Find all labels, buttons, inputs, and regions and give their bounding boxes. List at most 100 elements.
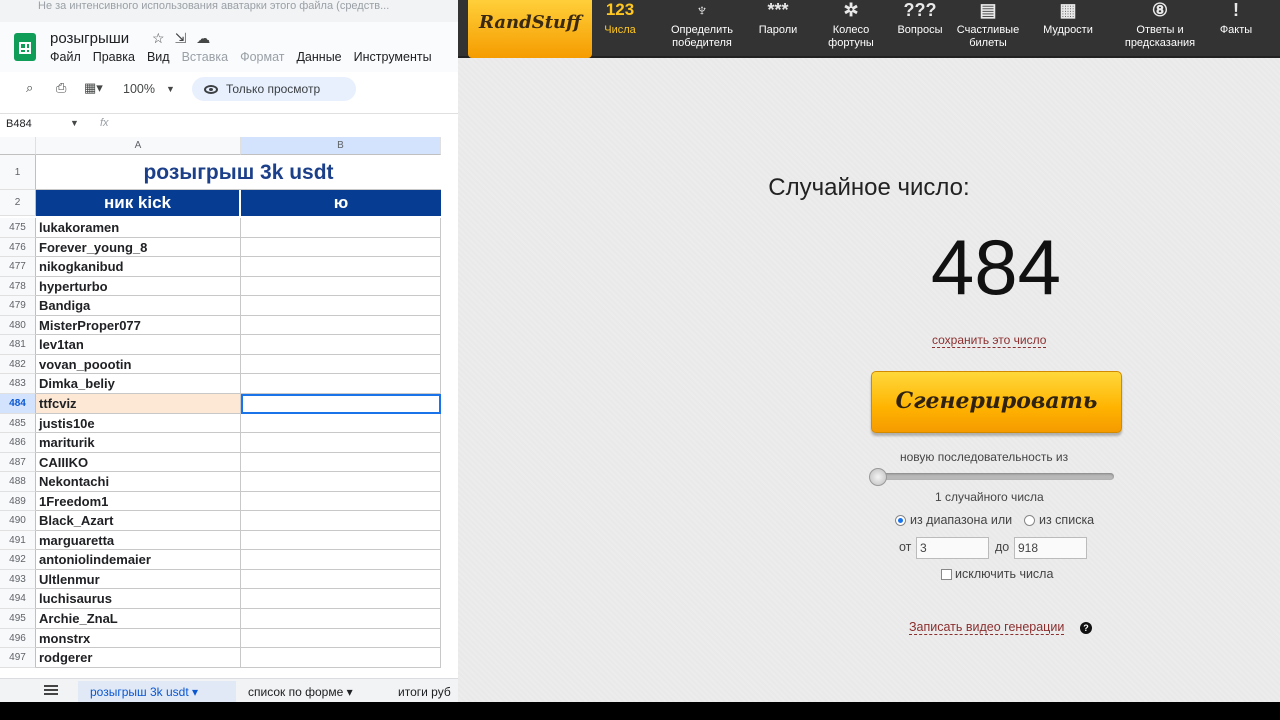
table-cell-nick[interactable]: ttfcviz	[36, 394, 241, 414]
header-nick[interactable]: ник kick	[36, 190, 240, 216]
row-number[interactable]: 488	[0, 472, 36, 492]
menu-edit[interactable]: Правка	[93, 50, 135, 64]
table-cell-b[interactable]	[241, 335, 441, 355]
view-only-button[interactable]: Только просмотр	[192, 77, 356, 101]
row-number[interactable]: 2	[0, 190, 36, 216]
row-number[interactable]: 475	[0, 218, 36, 238]
table-cell-nick[interactable]: hyperturbo	[36, 277, 241, 296]
search-icon[interactable]: ⌕	[26, 80, 33, 96]
tab-form-list[interactable]: список по форме ▾	[248, 685, 353, 699]
table-cell-b[interactable]	[241, 550, 441, 570]
column-header-a[interactable]: A	[36, 137, 241, 155]
row-number[interactable]: 479	[0, 296, 36, 316]
table-cell-b[interactable]	[241, 433, 441, 453]
range-radio[interactable]	[895, 515, 906, 526]
table-cell-nick[interactable]: lukakoramen	[36, 218, 241, 238]
row-number[interactable]: 493	[0, 570, 36, 589]
table-cell-b[interactable]	[241, 648, 441, 668]
table-cell-b[interactable]	[241, 511, 441, 531]
table-cell-b[interactable]	[241, 570, 441, 589]
menu-format[interactable]: Формат	[240, 50, 284, 64]
row-number[interactable]: 490	[0, 511, 36, 531]
row-number[interactable]: 489	[0, 492, 36, 511]
table-cell-b[interactable]	[241, 277, 441, 296]
table-cell-nick[interactable]: monstrx	[36, 629, 241, 648]
cloud-icon[interactable]: ☁	[196, 30, 210, 47]
row-number[interactable]: 491	[0, 531, 36, 550]
table-cell-nick[interactable]: antoniolindemaier	[36, 550, 241, 570]
row-number[interactable]: 481	[0, 335, 36, 355]
to-input[interactable]: 918	[1014, 537, 1087, 559]
all-sheets-icon[interactable]	[44, 685, 58, 695]
row-number[interactable]: 495	[0, 609, 36, 629]
table-cell-nick[interactable]: Black_Azart	[36, 511, 241, 531]
move-icon[interactable]: ⇲	[175, 30, 187, 47]
generate-button[interactable]: Сгенерировать	[871, 371, 1122, 433]
table-cell-b[interactable]	[241, 296, 441, 316]
table-cell-nick[interactable]: lev1tan	[36, 335, 241, 355]
menu-insert[interactable]: Вставка	[182, 50, 228, 64]
table-cell-nick[interactable]: Dimka_beliy	[36, 374, 241, 394]
row-number[interactable]: 483	[0, 374, 36, 394]
row-number[interactable]: 492	[0, 550, 36, 570]
table-cell-b[interactable]	[241, 316, 441, 335]
table-cell-nick[interactable]: marguaretta	[36, 531, 241, 550]
star-icon[interactable]: ☆	[152, 30, 165, 47]
table-cell-b[interactable]	[241, 414, 441, 433]
menu-data[interactable]: Данные	[296, 50, 341, 64]
tab-giveaway[interactable]: розыгрыш 3k usdt ▾	[90, 685, 198, 699]
count-slider-track[interactable]	[871, 473, 1114, 480]
list-radio[interactable]	[1024, 515, 1035, 526]
table-cell-nick[interactable]: rodgerer	[36, 648, 241, 668]
name-box[interactable]: B484	[6, 118, 32, 130]
row-number[interactable]: 486	[0, 433, 36, 453]
record-video-link[interactable]: Записать видео генерации	[909, 620, 1065, 635]
table-cell-nick[interactable]: vovan_poootin	[36, 355, 241, 374]
table-cell-b[interactable]	[241, 238, 441, 257]
table-cell-b[interactable]	[241, 589, 441, 609]
chevron-down-icon[interactable]: ▼	[166, 84, 175, 94]
print-icon[interactable]: ⎙	[56, 80, 66, 96]
table-cell-nick[interactable]: Archie_ZnaL	[36, 609, 241, 629]
help-icon[interactable]: ?	[1080, 622, 1092, 634]
table-cell-nick[interactable]: luchisaurus	[36, 589, 241, 609]
row-number[interactable]: 497	[0, 648, 36, 668]
row-number[interactable]: 1	[0, 155, 36, 190]
nav-item-2[interactable]: *** Пароли	[748, 0, 808, 58]
menu-view[interactable]: Вид	[147, 50, 170, 64]
table-cell-b[interactable]	[241, 394, 441, 414]
row-number[interactable]: 476	[0, 238, 36, 257]
table-cell-nick[interactable]: Forever_young_8	[36, 238, 241, 257]
exclude-checkbox[interactable]	[941, 569, 952, 580]
table-cell-nick[interactable]: MisterProper077	[36, 316, 241, 335]
menu-tools[interactable]: Инструменты	[354, 50, 432, 64]
table-cell-nick[interactable]: mariturik	[36, 433, 241, 453]
nav-item-6[interactable]: ▦ Мудрости	[1038, 0, 1098, 58]
save-number-link[interactable]: сохранить это число	[932, 334, 1047, 348]
table-cell-nick[interactable]: justis10e	[36, 414, 241, 433]
nav-item-4[interactable]: ??? Вопросы	[890, 0, 950, 58]
row-number[interactable]: 496	[0, 629, 36, 648]
column-header-b[interactable]: B	[241, 137, 441, 155]
view-options-icon[interactable]: ▦▾	[84, 80, 103, 96]
row-number[interactable]: 485	[0, 414, 36, 433]
table-cell-b[interactable]	[241, 355, 441, 374]
table-cell-b[interactable]	[241, 472, 441, 492]
nav-item-7[interactable]: ⑧ Ответы и предсказания	[1118, 0, 1202, 58]
nav-item-1[interactable]: ♆ Определить победителя	[657, 0, 747, 58]
table-cell-nick[interactable]: Nekontachi	[36, 472, 241, 492]
row-number[interactable]: 487	[0, 453, 36, 472]
table-cell-b[interactable]	[241, 492, 441, 511]
row-number[interactable]: 480	[0, 316, 36, 335]
table-cell-nick[interactable]: Ultlenmur	[36, 570, 241, 589]
nav-item-3[interactable]: ✲ Колесо фортуны	[816, 0, 886, 58]
row-number[interactable]: 494	[0, 589, 36, 609]
zoom-select[interactable]: 100%	[123, 82, 155, 96]
from-input[interactable]: 3	[916, 537, 989, 559]
table-cell-nick[interactable]: CAIIIKO	[36, 453, 241, 472]
corner-cell[interactable]	[0, 137, 36, 155]
doc-title[interactable]: розыгрыши	[50, 30, 129, 47]
row-number[interactable]: 477	[0, 257, 36, 277]
table-cell-nick[interactable]: 1Freedom1	[36, 492, 241, 511]
nav-item-5[interactable]: ▤ Счастливые билеты	[951, 0, 1025, 58]
